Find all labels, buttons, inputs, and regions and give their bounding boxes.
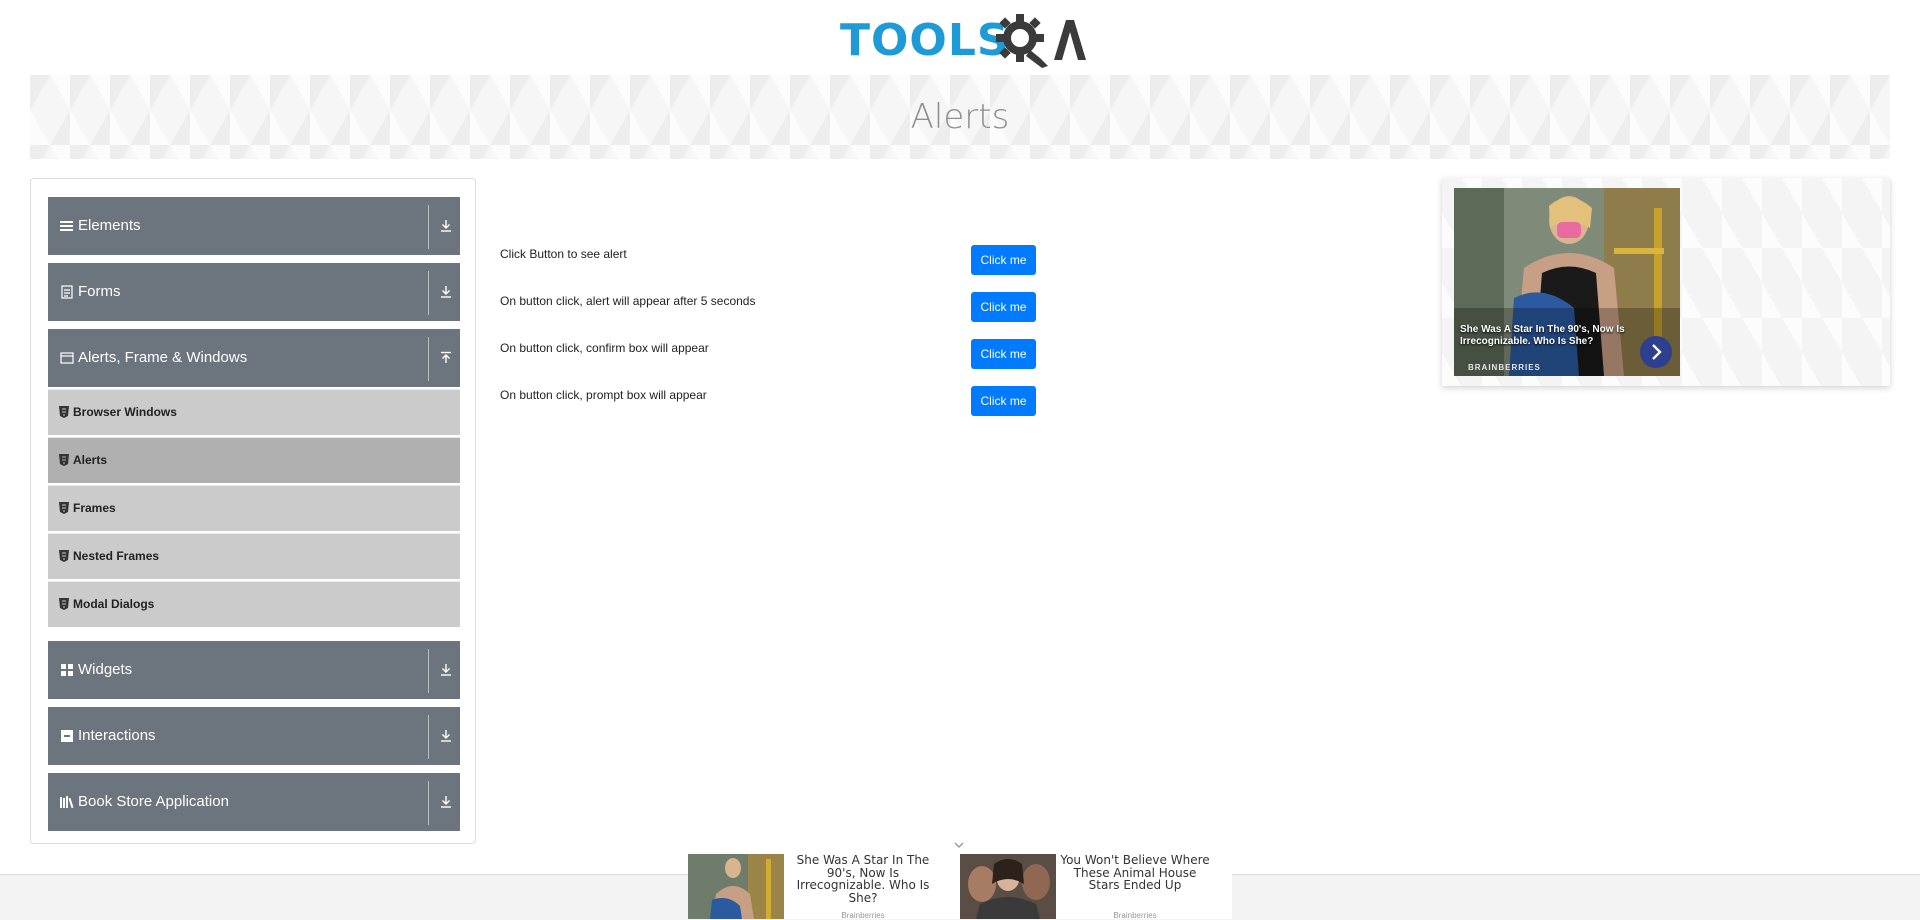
sidebar-group-book-store-application[interactable]: Book Store Application (47, 772, 461, 832)
bottom-ad-thumbnail-2[interactable] (960, 854, 1056, 919)
menu-icon (60, 221, 73, 231)
divider (428, 205, 429, 249)
square-icon (61, 730, 73, 742)
confirm-row-label: On button click, confirm box will appear (500, 341, 709, 355)
download-arrow-icon[interactable] (439, 795, 453, 809)
document-icon (61, 285, 73, 299)
ad-brand: BRAINBERRIES (1468, 363, 1541, 372)
download-arrow-icon[interactable] (439, 219, 453, 233)
sidebar-group-label: Interactions (78, 727, 156, 744)
sidebar-group-label: Elements (78, 217, 141, 234)
alert-row-label: Click Button to see alert (500, 247, 627, 261)
sidebar-item-frames[interactable]: Frames (48, 485, 460, 531)
ad-image[interactable]: She Was A Star In The 90's, Now Is Irrec… (1454, 188, 1680, 376)
prompt-row-label: On button click, prompt box will appear (500, 388, 707, 402)
timer-alert-button[interactable]: Click me (971, 292, 1036, 322)
sidebar-item-label: Alerts (73, 453, 108, 467)
bottom-ad-thumbnail-1[interactable] (688, 854, 784, 919)
page-header-banner: Alerts (30, 75, 1890, 159)
html5-shield-icon (59, 454, 69, 466)
download-arrow-icon[interactable] (439, 285, 453, 299)
chevron-right-icon (1652, 344, 1662, 360)
sidebar-item-modal-dialogs[interactable]: Modal Dialogs (48, 581, 460, 627)
ad-next-button[interactable] (1640, 336, 1672, 368)
bottom-ad-title-1[interactable]: She Was A Star In The 90's, Now Is Irrec… (788, 854, 938, 904)
books-icon (60, 796, 74, 809)
divider (428, 271, 429, 315)
sidebar-group-interactions[interactable]: Interactions (47, 706, 461, 766)
sidebar-group-label: Widgets (78, 661, 133, 678)
divider (428, 649, 429, 693)
sidebar-item-alerts[interactable]: Alerts (48, 437, 460, 483)
download-arrow-icon[interactable] (439, 729, 453, 743)
sidebar-item-label: Nested Frames (73, 549, 160, 563)
sidebar-item-nested-frames[interactable]: Nested Frames (48, 533, 460, 579)
bottom-advertisement[interactable]: She Was A Star In The 90's, Now Is Irrec… (688, 852, 1232, 920)
toolsqa-logo[interactable]: TOOLS (840, 14, 1086, 68)
bottom-ad-title-2[interactable]: You Won't Believe Where These Animal Hou… (1060, 854, 1210, 892)
confirm-button[interactable]: Click me (971, 339, 1036, 369)
sidebar-group-widgets[interactable]: Widgets (47, 640, 461, 700)
timer-alert-row-label: On button click, alert will appear after… (500, 294, 756, 308)
window-icon (60, 352, 74, 364)
sidebar-group-label: Forms (78, 283, 121, 300)
grid-icon (61, 664, 73, 676)
sidebar-item-label: Browser Windows (73, 405, 177, 419)
ad-caption: She Was A Star In The 90's, Now Is Irrec… (1460, 324, 1625, 347)
html5-shield-icon (59, 598, 69, 610)
page-title: Alerts (910, 97, 1010, 137)
advertisement-box[interactable]: She Was A Star In The 90's, Now Is Irrec… (1442, 178, 1890, 386)
ad-thumbnail-photo (688, 854, 784, 919)
sidebar-group-elements[interactable]: Elements (47, 196, 461, 256)
alert-button[interactable]: Click me (971, 245, 1036, 275)
html5-shield-icon (59, 406, 69, 418)
divider (428, 781, 429, 825)
logo-qa-gear-icon (996, 14, 1086, 68)
sidebar-group-label: Alerts, Frame & Windows (78, 349, 248, 366)
html5-shield-icon (59, 550, 69, 562)
ad-thumbnail-photo (960, 854, 1056, 919)
html5-shield-icon (59, 502, 69, 514)
divider (428, 337, 429, 381)
sidebar-item-browser-windows[interactable]: Browser Windows (48, 389, 460, 435)
sidebar-item-label: Modal Dialogs (73, 597, 155, 611)
sidebar-group-alerts-frame-windows[interactable]: Alerts, Frame & Windows (47, 328, 461, 388)
logo-text: TOOLS (840, 15, 1010, 66)
sidebar: Elements Forms Alerts, Frame & Windows B… (30, 178, 476, 844)
download-arrow-icon[interactable] (439, 663, 453, 677)
divider (428, 715, 429, 759)
upload-arrow-icon[interactable] (439, 351, 453, 365)
sidebar-item-label: Frames (73, 501, 116, 515)
prompt-button[interactable]: Click me (971, 386, 1036, 416)
sidebar-group-label: Book Store Application (78, 793, 229, 810)
chevron-down-icon[interactable] (952, 840, 966, 850)
sidebar-group-forms[interactable]: Forms (47, 262, 461, 322)
